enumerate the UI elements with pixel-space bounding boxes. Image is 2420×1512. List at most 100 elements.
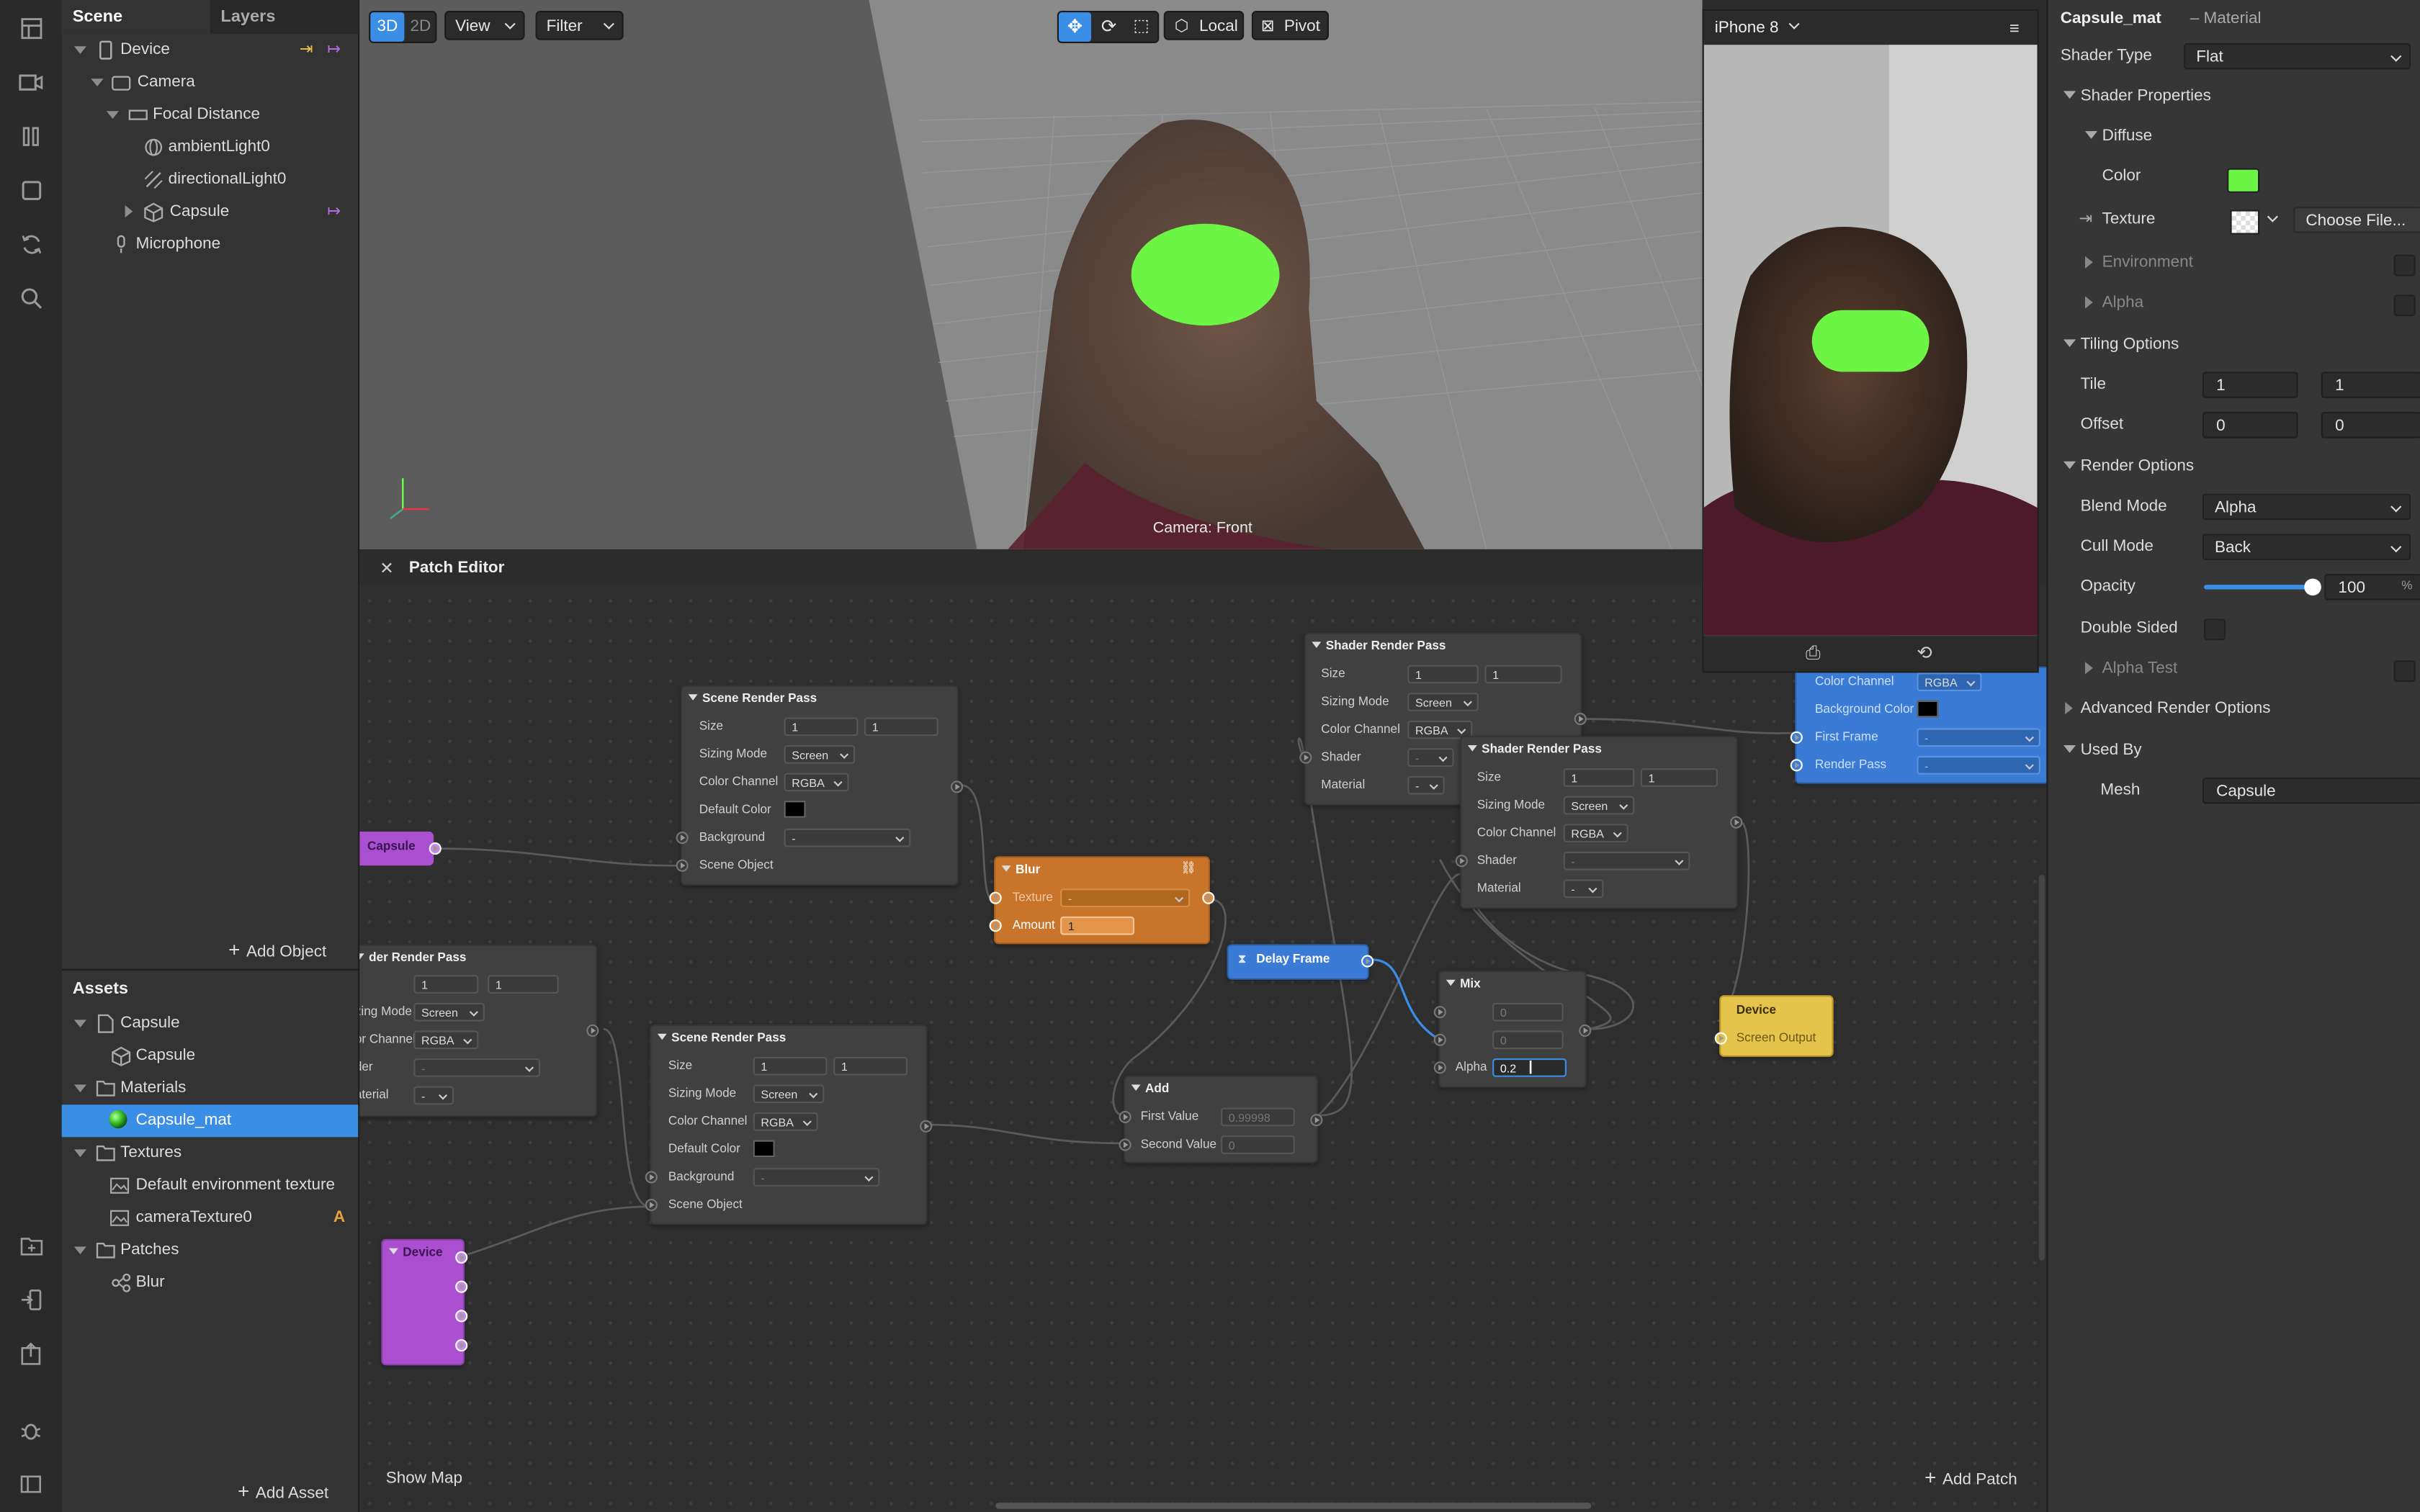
asset-textures-folder[interactable]: Textures [62, 1137, 358, 1169]
asset-capsule-folder[interactable]: Capsule [62, 1007, 358, 1040]
asset-materials-folder[interactable]: Materials [62, 1072, 358, 1104]
size-h-field[interactable]: 1 [1640, 768, 1718, 787]
input-port[interactable] [1119, 1110, 1131, 1123]
first-frame-dropdown[interactable]: - [1917, 728, 2040, 747]
double-sided-checkbox[interactable] [2204, 618, 2226, 641]
blend-mode-dropdown[interactable]: Alpha [2202, 493, 2411, 521]
background-color-swatch[interactable] [1917, 700, 1939, 718]
tab-layers[interactable]: Layers [210, 0, 286, 34]
asset-patches-folder[interactable]: Patches [62, 1234, 358, 1266]
input-port[interactable] [676, 832, 689, 845]
second-value-field[interactable]: 0 [1221, 1135, 1295, 1154]
shader-dropdown[interactable]: - [413, 1058, 540, 1077]
shader-dropdown[interactable]: - [1563, 851, 1690, 870]
output-port[interactable] [455, 1339, 468, 1352]
output-port[interactable] [1361, 955, 1374, 968]
add-node[interactable]: Add First Value 0.99998 Second Value 0 [1119, 1075, 1323, 1164]
asset-capsule-mesh[interactable]: Capsule [62, 1040, 358, 1072]
mix-b-field[interactable]: 0 [1492, 1030, 1564, 1050]
input-port[interactable] [989, 891, 1002, 904]
link-icon[interactable]: ↦ [327, 196, 341, 228]
scene-render-pass-node[interactable]: Scene Render Pass Size 1 1 Sizing Mode Scre… [645, 1024, 933, 1225]
local-toggle[interactable]: ⬡ Local [1163, 11, 1245, 40]
color-channel-dropdown[interactable]: RGBA [1563, 824, 1628, 842]
input-port[interactable] [1433, 1061, 1446, 1074]
delay-frame-node-expanded[interactable]: Color Channel RGBA Background Color First… [1790, 666, 2047, 784]
blur-node[interactable]: Blur ⛓ Texture - Amount 1 [989, 856, 1215, 945]
capsule-node[interactable]: Capsule [359, 832, 442, 866]
output-port[interactable] [455, 1251, 468, 1264]
sizing-mode-dropdown[interactable]: Screen [1407, 693, 1479, 711]
send-to-device-icon[interactable] [15, 1284, 46, 1315]
device-output-node[interactable]: Device Screen Output [1714, 995, 1834, 1057]
asset-default-env-texture[interactable]: Default environment texture [62, 1169, 358, 1202]
size-w-field[interactable]: 1 [1407, 665, 1479, 684]
add-folder-icon[interactable] [15, 1230, 46, 1261]
texture-dropdown[interactable]: - [1060, 888, 1191, 907]
input-port[interactable] [1790, 759, 1803, 772]
device-simulator[interactable]: iPhone 8 ≡ ⎙ ⟲ [1702, 9, 2039, 673]
amount-field[interactable]: 1 [1060, 916, 1134, 935]
patch-editor[interactable]: ✕ Patch Editor Capsule Scene Render Pass… [359, 551, 2047, 1512]
mix-node[interactable]: Mix 0 0 Alpha 0.2 [1433, 970, 1592, 1088]
input-port[interactable] [1119, 1138, 1131, 1151]
input-port[interactable] [1455, 855, 1468, 868]
viewport-3d[interactable]: 3D 2D View Filter ✥ ⟳ ⬚ ⬡ Local ⊠ Pivot Ca… [359, 0, 1703, 549]
layout-icon[interactable] [15, 12, 46, 43]
default-color-swatch[interactable] [784, 801, 806, 818]
screenshot-icon[interactable]: ⎙ [1806, 642, 1821, 665]
shader-dropdown[interactable]: - [1407, 748, 1454, 767]
default-color-swatch[interactable] [753, 1140, 775, 1158]
output-port[interactable] [455, 1280, 468, 1293]
tile-y-field[interactable]: 1 [2321, 372, 2420, 398]
asset-capsule-mat[interactable]: Capsule_mat [61, 1104, 359, 1138]
size-w-field[interactable]: 1 [413, 975, 479, 994]
input-port[interactable] [1790, 731, 1803, 744]
panel-icon[interactable] [15, 1469, 46, 1500]
sizing-mode-dropdown[interactable]: Screen [413, 1002, 485, 1022]
tree-item-focal-distance[interactable]: Focal Distance [62, 99, 358, 131]
color-channel-dropdown[interactable]: RGBA [784, 773, 849, 792]
material-dropdown[interactable]: - [1407, 775, 1445, 795]
pivot-toggle[interactable]: ⊠ Pivot [1251, 11, 1329, 40]
input-port[interactable] [1714, 1032, 1727, 1045]
sizing-mode-dropdown[interactable]: Screen [1563, 796, 1635, 815]
opacity-slider-track[interactable] [2204, 578, 2321, 596]
scene-render-pass-node[interactable]: Scene Render Pass Size 1 1 Sizing Mode Scre… [676, 685, 964, 886]
render-pass-dropdown[interactable]: - [1917, 756, 2040, 775]
link-icon[interactable]: ⛓ [1180, 861, 1196, 875]
output-port[interactable] [920, 1120, 933, 1133]
link-icon[interactable]: ↦ [327, 34, 341, 66]
size-h-field[interactable]: 1 [864, 717, 938, 737]
input-port[interactable] [1433, 1033, 1446, 1046]
input-port[interactable] [1433, 1006, 1446, 1019]
background-dropdown[interactable]: - [784, 828, 911, 847]
filter-dropdown[interactable]: Filter [535, 11, 624, 40]
link-arrow-icon[interactable]: ⇥ [2079, 210, 2092, 228]
focus-icon[interactable]: ⇥ [300, 34, 313, 66]
move-tool-icon[interactable]: ✥ [1059, 12, 1091, 42]
rotate-tool-icon[interactable]: ⟳ [1093, 12, 1125, 42]
output-port[interactable] [1574, 712, 1587, 726]
color-channel-dropdown[interactable]: RGBA [753, 1112, 818, 1131]
texture-thumbnail-icon[interactable] [2230, 210, 2260, 235]
add-asset-button[interactable]: + Add Asset [238, 1480, 328, 1503]
refresh-icon[interactable] [15, 228, 46, 259]
show-map-button[interactable]: Show Map [386, 1469, 462, 1488]
input-port[interactable] [1299, 751, 1312, 764]
tiling-options-section[interactable]: Tiling Options [2048, 324, 2420, 364]
scale-tool-icon[interactable]: ⬚ [1125, 12, 1157, 42]
used-by-section[interactable]: Used By [2048, 730, 2420, 770]
tree-item-capsule[interactable]: Capsule ↦ [62, 196, 358, 228]
input-port[interactable] [676, 859, 689, 872]
pause-icon[interactable] [15, 120, 46, 151]
search-icon[interactable] [15, 282, 46, 313]
color-swatch[interactable] [2227, 168, 2260, 193]
diffuse-section[interactable]: Diffuse [2048, 116, 2420, 156]
color-channel-dropdown[interactable]: RGBA [413, 1030, 479, 1050]
output-port[interactable] [951, 780, 964, 793]
size-h-field[interactable]: 1 [1484, 665, 1562, 684]
stop-icon[interactable] [15, 174, 46, 205]
output-port[interactable] [1579, 1024, 1592, 1037]
tree-item-camera[interactable]: Camera [62, 66, 358, 99]
